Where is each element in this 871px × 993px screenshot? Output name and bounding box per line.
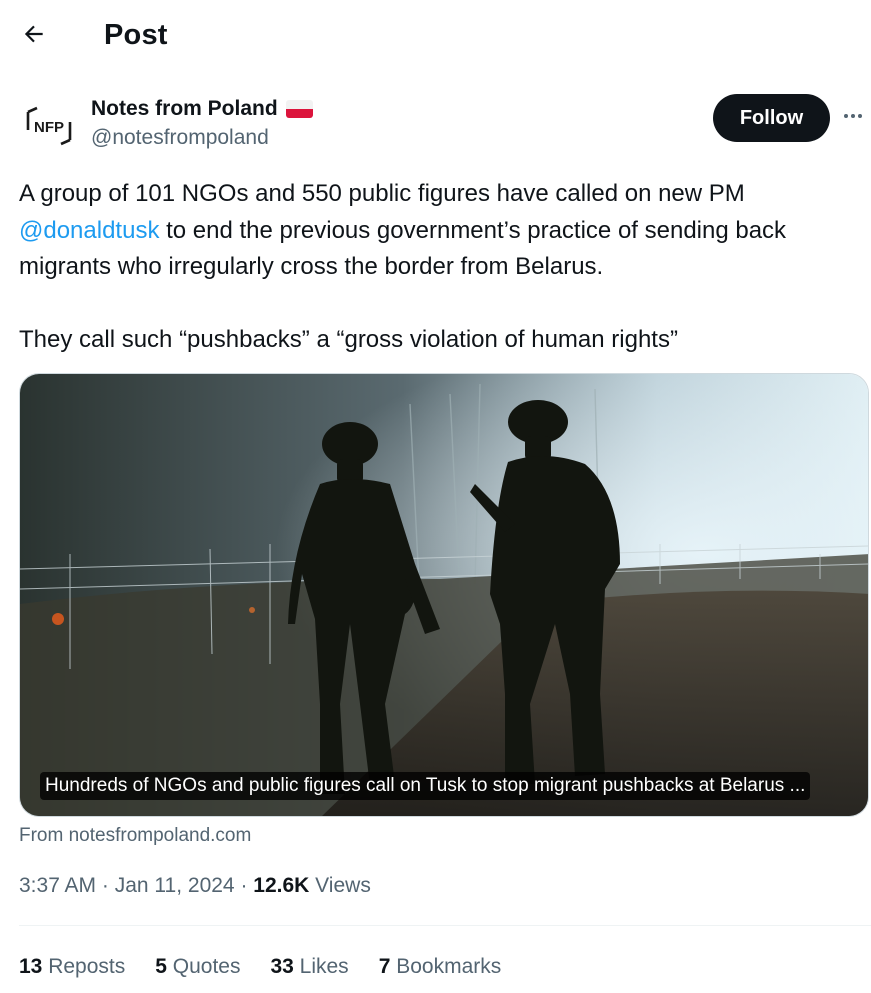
engagement-stats: 13 Reposts 5 Quotes 33 Likes 7 Bookmarks [19, 955, 531, 979]
post-meta: 3:37 AM · Jan 11, 2024 · 12.6K Views [19, 874, 371, 898]
soldiers-photo [20, 374, 868, 816]
separator: · [234, 874, 254, 897]
likes-stat[interactable]: 33 Likes [270, 955, 348, 979]
separator: · [96, 874, 115, 897]
link-source[interactable]: From notesfrompoland.com [19, 825, 251, 847]
likes-label: Likes [293, 955, 349, 978]
reposts-count: 13 [19, 955, 43, 978]
mention-link[interactable]: @donaldtusk [19, 217, 159, 244]
bookmarks-stat[interactable]: 7 Bookmarks [379, 955, 502, 979]
nfp-logo-icon: NFP [26, 106, 72, 146]
follow-button[interactable]: Follow [713, 94, 830, 142]
display-name-text: Notes from Poland [91, 97, 278, 120]
reposts-stat[interactable]: 13 Reposts [19, 955, 125, 979]
post-body: A group of 101 NGOs and 550 public figur… [19, 176, 864, 358]
quotes-count: 5 [155, 955, 167, 978]
poland-flag-icon [285, 100, 313, 118]
display-name[interactable]: Notes from Poland [91, 96, 313, 122]
post-time[interactable]: 3:37 AM [19, 874, 96, 897]
author-names: Notes from Poland @notesfrompoland [91, 96, 313, 151]
link-card-caption: Hundreds of NGOs and public figures call… [40, 772, 811, 800]
post-text-segment: A group of 101 NGOs and 550 public figur… [19, 180, 745, 207]
likes-count: 33 [270, 955, 294, 978]
author-handle[interactable]: @notesfrompoland [91, 125, 313, 151]
views-count: 12.6K [253, 874, 310, 897]
author-row: NFP Notes from Poland @notesfrompoland F… [20, 92, 862, 156]
post-date[interactable]: Jan 11, 2024 [115, 874, 235, 897]
link-card-image[interactable]: Hundreds of NGOs and public figures call… [19, 373, 869, 817]
post-paragraph-1: A group of 101 NGOs and 550 public figur… [19, 176, 864, 286]
avatar-text: NFP [34, 119, 64, 136]
back-button[interactable] [14, 16, 54, 56]
bookmarks-label: Bookmarks [390, 955, 502, 978]
arrow-left-icon [21, 21, 47, 52]
quotes-label: Quotes [166, 955, 241, 978]
reposts-label: Reposts [42, 955, 126, 978]
more-options-button[interactable] [835, 100, 871, 136]
more-horizontal-icon [841, 104, 865, 133]
quotes-stat[interactable]: 5 Quotes [155, 955, 240, 979]
avatar[interactable]: NFP [20, 96, 78, 154]
bookmarks-count: 7 [378, 955, 391, 978]
page-title: Post [104, 19, 168, 51]
views-label: Views [309, 874, 371, 897]
divider [19, 925, 871, 926]
top-bar: Post [0, 0, 871, 72]
post-paragraph-2: They call such “pushbacks” a “gross viol… [19, 325, 678, 353]
